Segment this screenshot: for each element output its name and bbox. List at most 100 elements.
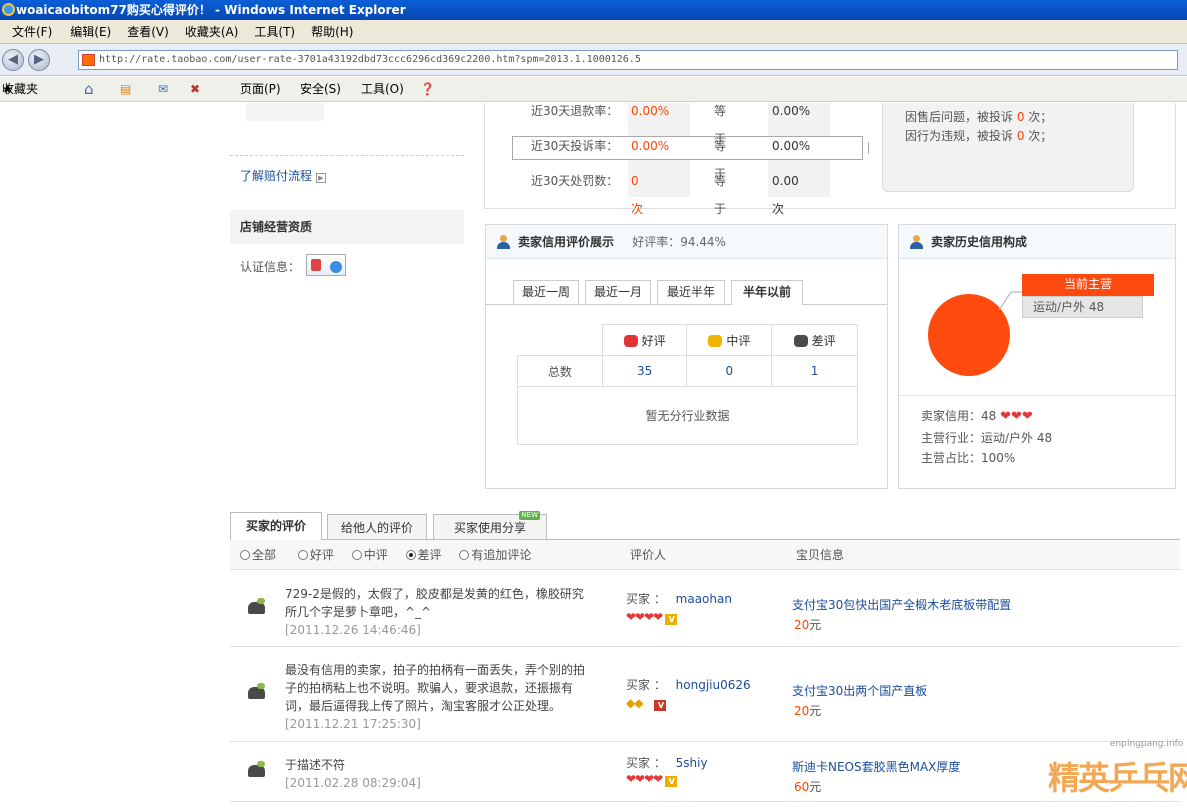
- bad-rating-icon: [248, 761, 265, 777]
- main-share-line: 主营占比：100%: [921, 451, 1016, 465]
- print-icon[interactable]: ✖: [190, 77, 200, 102]
- filter-good[interactable]: 好评: [297, 548, 334, 562]
- watermark-site: enpingpang.info: [1110, 739, 1184, 749]
- review-text: 729-2是假的，太假了，胶皮都是发黄的红色，橡胶研究所几个字是萝卜章吧，^_^…: [285, 587, 584, 637]
- metric-avg: 0.00%: [772, 139, 811, 153]
- item-price: 20元: [794, 618, 822, 632]
- tab-last-month[interactable]: 最近一月: [585, 280, 651, 304]
- review-date: [2011.12.21 17:25:30]: [285, 717, 421, 731]
- metric-avg: 0.00 次: [772, 174, 799, 216]
- good-flower-icon: [623, 334, 638, 347]
- complaints-box: 因售后问题，被投诉 0 次； 因行为违规，被投诉 0 次；: [882, 103, 1134, 192]
- history-panel: 卖家历史信用构成 当前主营 运动/户外 48 卖家信用：48 ❤❤❤ 主营行业：…: [898, 224, 1176, 489]
- bad-rating-icon: [793, 334, 808, 347]
- tools-menu[interactable]: 工具(O): [361, 77, 404, 102]
- tab-last-week[interactable]: 最近一周: [513, 280, 579, 304]
- metric-avg: 0.00%: [772, 104, 811, 118]
- qualification-title: 店铺经营资质: [230, 210, 464, 244]
- read-mail-icon[interactable]: ✉: [158, 77, 168, 102]
- good-header: 好评: [601, 324, 688, 356]
- review-date: [2011.02.28 08:29:04]: [285, 776, 421, 790]
- item-column-header: 宝贝信息: [796, 548, 845, 562]
- tab-buyer-share[interactable]: 买家使用分享 NEW: [433, 511, 547, 539]
- reviewer: 买家 ： 5shiy: [626, 756, 708, 770]
- bad-count[interactable]: 1: [771, 355, 858, 387]
- total-label: 总数: [517, 355, 603, 387]
- metric-highlight-arrow: [861, 142, 869, 154]
- metric-label: 近30天投诉率：: [531, 139, 619, 153]
- menu-view[interactable]: 查看(V): [127, 20, 169, 44]
- reviewer-name[interactable]: 5shiy: [676, 756, 708, 770]
- feeds-icon[interactable]: ▤: [120, 77, 131, 102]
- menu-help[interactable]: 帮助(H): [311, 20, 353, 44]
- reviewer-name[interactable]: maaohan: [676, 592, 732, 606]
- bad-header: 差评: [771, 324, 858, 356]
- review-row: 729-2是假的，太假了，胶皮都是发黄的红色，橡胶研究所几个字是萝卜章吧，^_^…: [230, 570, 1180, 647]
- menu-tools[interactable]: 工具(T): [254, 20, 295, 44]
- site-favicon-icon: [82, 54, 95, 66]
- metric-label: 近30天处罚数：: [531, 174, 619, 188]
- tabs-baseline: [486, 304, 887, 305]
- good-count[interactable]: 35: [601, 355, 688, 387]
- item-price: 20元: [794, 704, 822, 718]
- reviewer-level-icons: ❤❤❤❤ V: [626, 610, 678, 625]
- page-menu[interactable]: 页面(P): [240, 77, 281, 102]
- history-panel-title: 卖家历史信用构成: [931, 235, 1028, 249]
- item-link[interactable]: 斯迪卡NEOS套胶黑色MAX厚度: [792, 758, 960, 775]
- history-panel-header: 卖家历史信用构成: [899, 225, 1175, 259]
- tab-given-reviews[interactable]: 给他人的评价: [327, 514, 427, 539]
- menu-favorites[interactable]: 收藏夹(A): [185, 20, 239, 44]
- watermark-logo: 精英乒乓网: [1048, 759, 1187, 797]
- bad-rating-icon: [248, 683, 265, 699]
- neutral-count[interactable]: 0: [686, 355, 773, 387]
- industry-note: 暂无分行业数据: [517, 386, 858, 445]
- filter-neutral[interactable]: 中评: [351, 548, 388, 562]
- back-button[interactable]: ◀: [2, 49, 24, 71]
- new-badge: NEW: [519, 511, 540, 520]
- menu-edit[interactable]: 编辑(E): [70, 20, 111, 44]
- filter-all[interactable]: 全部: [240, 548, 276, 562]
- tab-buyer-reviews[interactable]: 买家的评价: [230, 512, 322, 540]
- help-icon[interactable]: ❓: [420, 77, 435, 102]
- filter-appended[interactable]: 有追加评论: [459, 548, 531, 562]
- window-titlebar: woaicaobitom77购买心得评价！ - Windows Internet…: [0, 0, 1187, 20]
- review-text: 最没有信用的卖家，拍子的拍柄有一面丢失，弄个别的拍子的拍柄粘上也不说明。欺骗人，…: [285, 663, 586, 731]
- pie-slice-outdoor: [928, 294, 1010, 376]
- reviewer: 买家 ： maaohan: [626, 592, 732, 606]
- review-date: [2011.12.26 14:46:46]: [285, 623, 421, 637]
- menu-bar: 文件(F) 编辑(E) 查看(V) 收藏夹(A) 工具(T) 帮助(H): [0, 20, 1187, 44]
- main-industry-line: 主营行业：运动/户外 48: [921, 431, 1053, 445]
- vip-icon: V: [665, 776, 678, 787]
- neutral-flower-icon: [708, 334, 723, 347]
- category-label: 运动/户外 48: [1022, 296, 1143, 318]
- rater-column-header: 评价人: [630, 548, 667, 562]
- filter-bad[interactable]: 差评: [405, 548, 442, 562]
- reviewer-level-icons: ❤❤❤❤ V: [626, 772, 678, 787]
- forward-button[interactable]: ▶: [28, 49, 50, 71]
- favorites-label: 收藏夹: [2, 82, 39, 96]
- item-link[interactable]: 支付宝30出两个国产直板: [792, 682, 927, 699]
- safety-menu[interactable]: 安全(S): [300, 77, 341, 102]
- payment-process-link[interactable]: 了解赔付流程 ▶: [240, 167, 326, 184]
- complaint-violation: 因行为违规，被投诉 0 次；: [905, 129, 1053, 143]
- credit-panel-title: 卖家信用评价展示: [518, 235, 615, 249]
- address-input[interactable]: http://rate.taobao.com/user-rate-3701a43…: [78, 50, 1178, 70]
- tab-before-half-year[interactable]: 半年以前: [731, 280, 803, 305]
- item-link[interactable]: 支付宝30包快出国产全椴木老底板带配置: [792, 596, 1011, 613]
- rating-summary-table: 好评 中评 差评 总数 35 0 1 暂无分行业数据: [517, 324, 858, 445]
- tab-last-half-year[interactable]: 最近半年: [657, 280, 725, 304]
- item-price: 60元: [794, 780, 822, 794]
- metric-compare: 等于: [714, 174, 727, 216]
- user-icon: [909, 235, 924, 249]
- good-rate: 好评率：94.44%: [632, 235, 726, 249]
- user-icon: [496, 235, 511, 249]
- address-url: http://rate.taobao.com/user-rate-3701a43…: [99, 54, 641, 65]
- menu-file[interactable]: 文件(F): [12, 20, 52, 44]
- main-business-label: 当前主营: [1022, 274, 1154, 296]
- heart-icons: ❤❤❤: [1000, 409, 1033, 424]
- reviewer-name[interactable]: hongjiu0626: [676, 678, 751, 692]
- window-title: woaicaobitom77购买心得评价！ - Windows Internet…: [16, 3, 406, 17]
- certification-icon[interactable]: [306, 254, 346, 276]
- home-icon[interactable]: ⌂: [84, 77, 94, 102]
- ie-icon: [2, 3, 15, 16]
